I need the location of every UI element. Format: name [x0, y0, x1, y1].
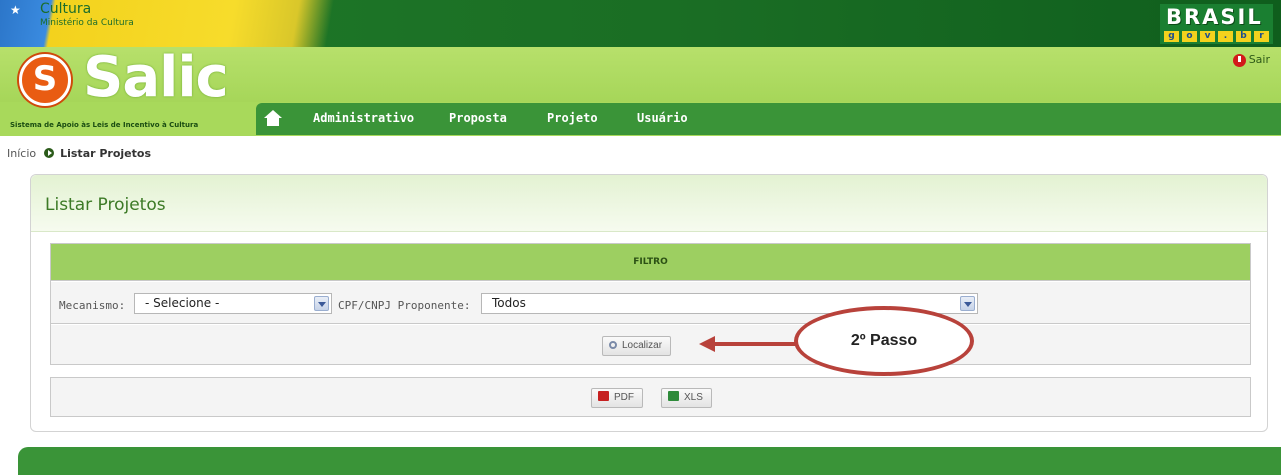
cultura-link[interactable]: Cultura [40, 2, 91, 17]
cpf-label: CPF/CNPJ Proponente: [338, 299, 471, 312]
filter-action-row: Localizar [51, 325, 1250, 364]
ministerio-label: Ministério da Cultura [40, 18, 134, 28]
logo-tagline: Sistema de Apoio às Leis de Incentivo à … [10, 121, 199, 129]
logout-link[interactable]: Sair [1232, 53, 1270, 67]
xls-label: XLS [684, 392, 703, 403]
home-icon[interactable] [262, 108, 284, 130]
main-nav: Administrativo Proposta Projeto Usuário [256, 103, 1281, 135]
power-icon [1232, 53, 1246, 67]
filter-box: FILTRO Mecanismo: - Selecione - CPF/CNPJ… [50, 243, 1251, 365]
nav-item-proposta[interactable]: Proposta [449, 111, 507, 125]
annotation-arrow-head-icon [699, 336, 715, 352]
page-title: Listar Projetos [45, 195, 166, 215]
localizar-label: Localizar [622, 340, 663, 351]
localizar-button[interactable]: Localizar [602, 336, 672, 356]
filter-fields-row: Mecanismo: - Selecione - CPF/CNPJ Propon… [51, 282, 1250, 324]
breadcrumb-current: Listar Projetos [60, 147, 152, 160]
brasil-domain-letter: r [1254, 31, 1269, 42]
logo-letter: S [32, 59, 58, 99]
brasil-gov-logo[interactable]: BRASIL g o v . b r [1160, 4, 1273, 44]
nav-item-usuario[interactable]: Usuário [637, 111, 688, 125]
pdf-icon [598, 391, 609, 401]
gov-bar: ★ Cultura Ministério da Cultura BRASIL g… [0, 0, 1281, 47]
xls-button[interactable]: XLS [661, 388, 712, 408]
chevron-right-icon [44, 148, 55, 158]
breadcrumb-home[interactable]: Início [7, 147, 36, 160]
salic-logo-icon[interactable]: S [19, 54, 71, 106]
brasil-domain-letter: b [1236, 31, 1251, 42]
cpf-value: Todos [492, 296, 526, 310]
filter-header: FILTRO [51, 244, 1250, 281]
excel-icon [668, 391, 679, 401]
mecanismo-select[interactable]: - Selecione - [134, 293, 332, 314]
nav-item-administrativo[interactable]: Administrativo [313, 111, 414, 125]
listar-projetos-panel: Listar Projetos FILTRO Mecanismo: - Sele… [30, 174, 1268, 432]
mecanismo-value: - Selecione - [145, 296, 220, 310]
chevron-down-icon[interactable] [960, 296, 975, 311]
brasil-domain-letter: g [1164, 31, 1179, 42]
brasil-domain-letter: . [1218, 31, 1233, 42]
annotation-arrow-line [712, 342, 796, 346]
brasil-domain-letter: o [1182, 31, 1197, 42]
salic-logo-text[interactable]: Salic [83, 45, 229, 110]
breadcrumb: Início Listar Projetos [7, 147, 151, 160]
brasil-word: BRASIL [1166, 5, 1263, 29]
pdf-button[interactable]: PDF [591, 388, 643, 408]
logout-label: Sair [1248, 53, 1270, 66]
export-box: PDF XLS [50, 377, 1251, 417]
brasil-domain-letter: v [1200, 31, 1215, 42]
panel-header: Listar Projetos [31, 175, 1267, 232]
search-icon [609, 341, 617, 349]
annotation-step-callout: 2º Passo [794, 306, 974, 376]
footer-bar [18, 447, 1281, 475]
star-icon: ★ [10, 3, 21, 17]
pdf-label: PDF [614, 392, 634, 403]
chevron-down-icon[interactable] [314, 296, 329, 311]
nav-item-projeto[interactable]: Projeto [547, 111, 598, 125]
mecanismo-label: Mecanismo: [59, 299, 126, 312]
